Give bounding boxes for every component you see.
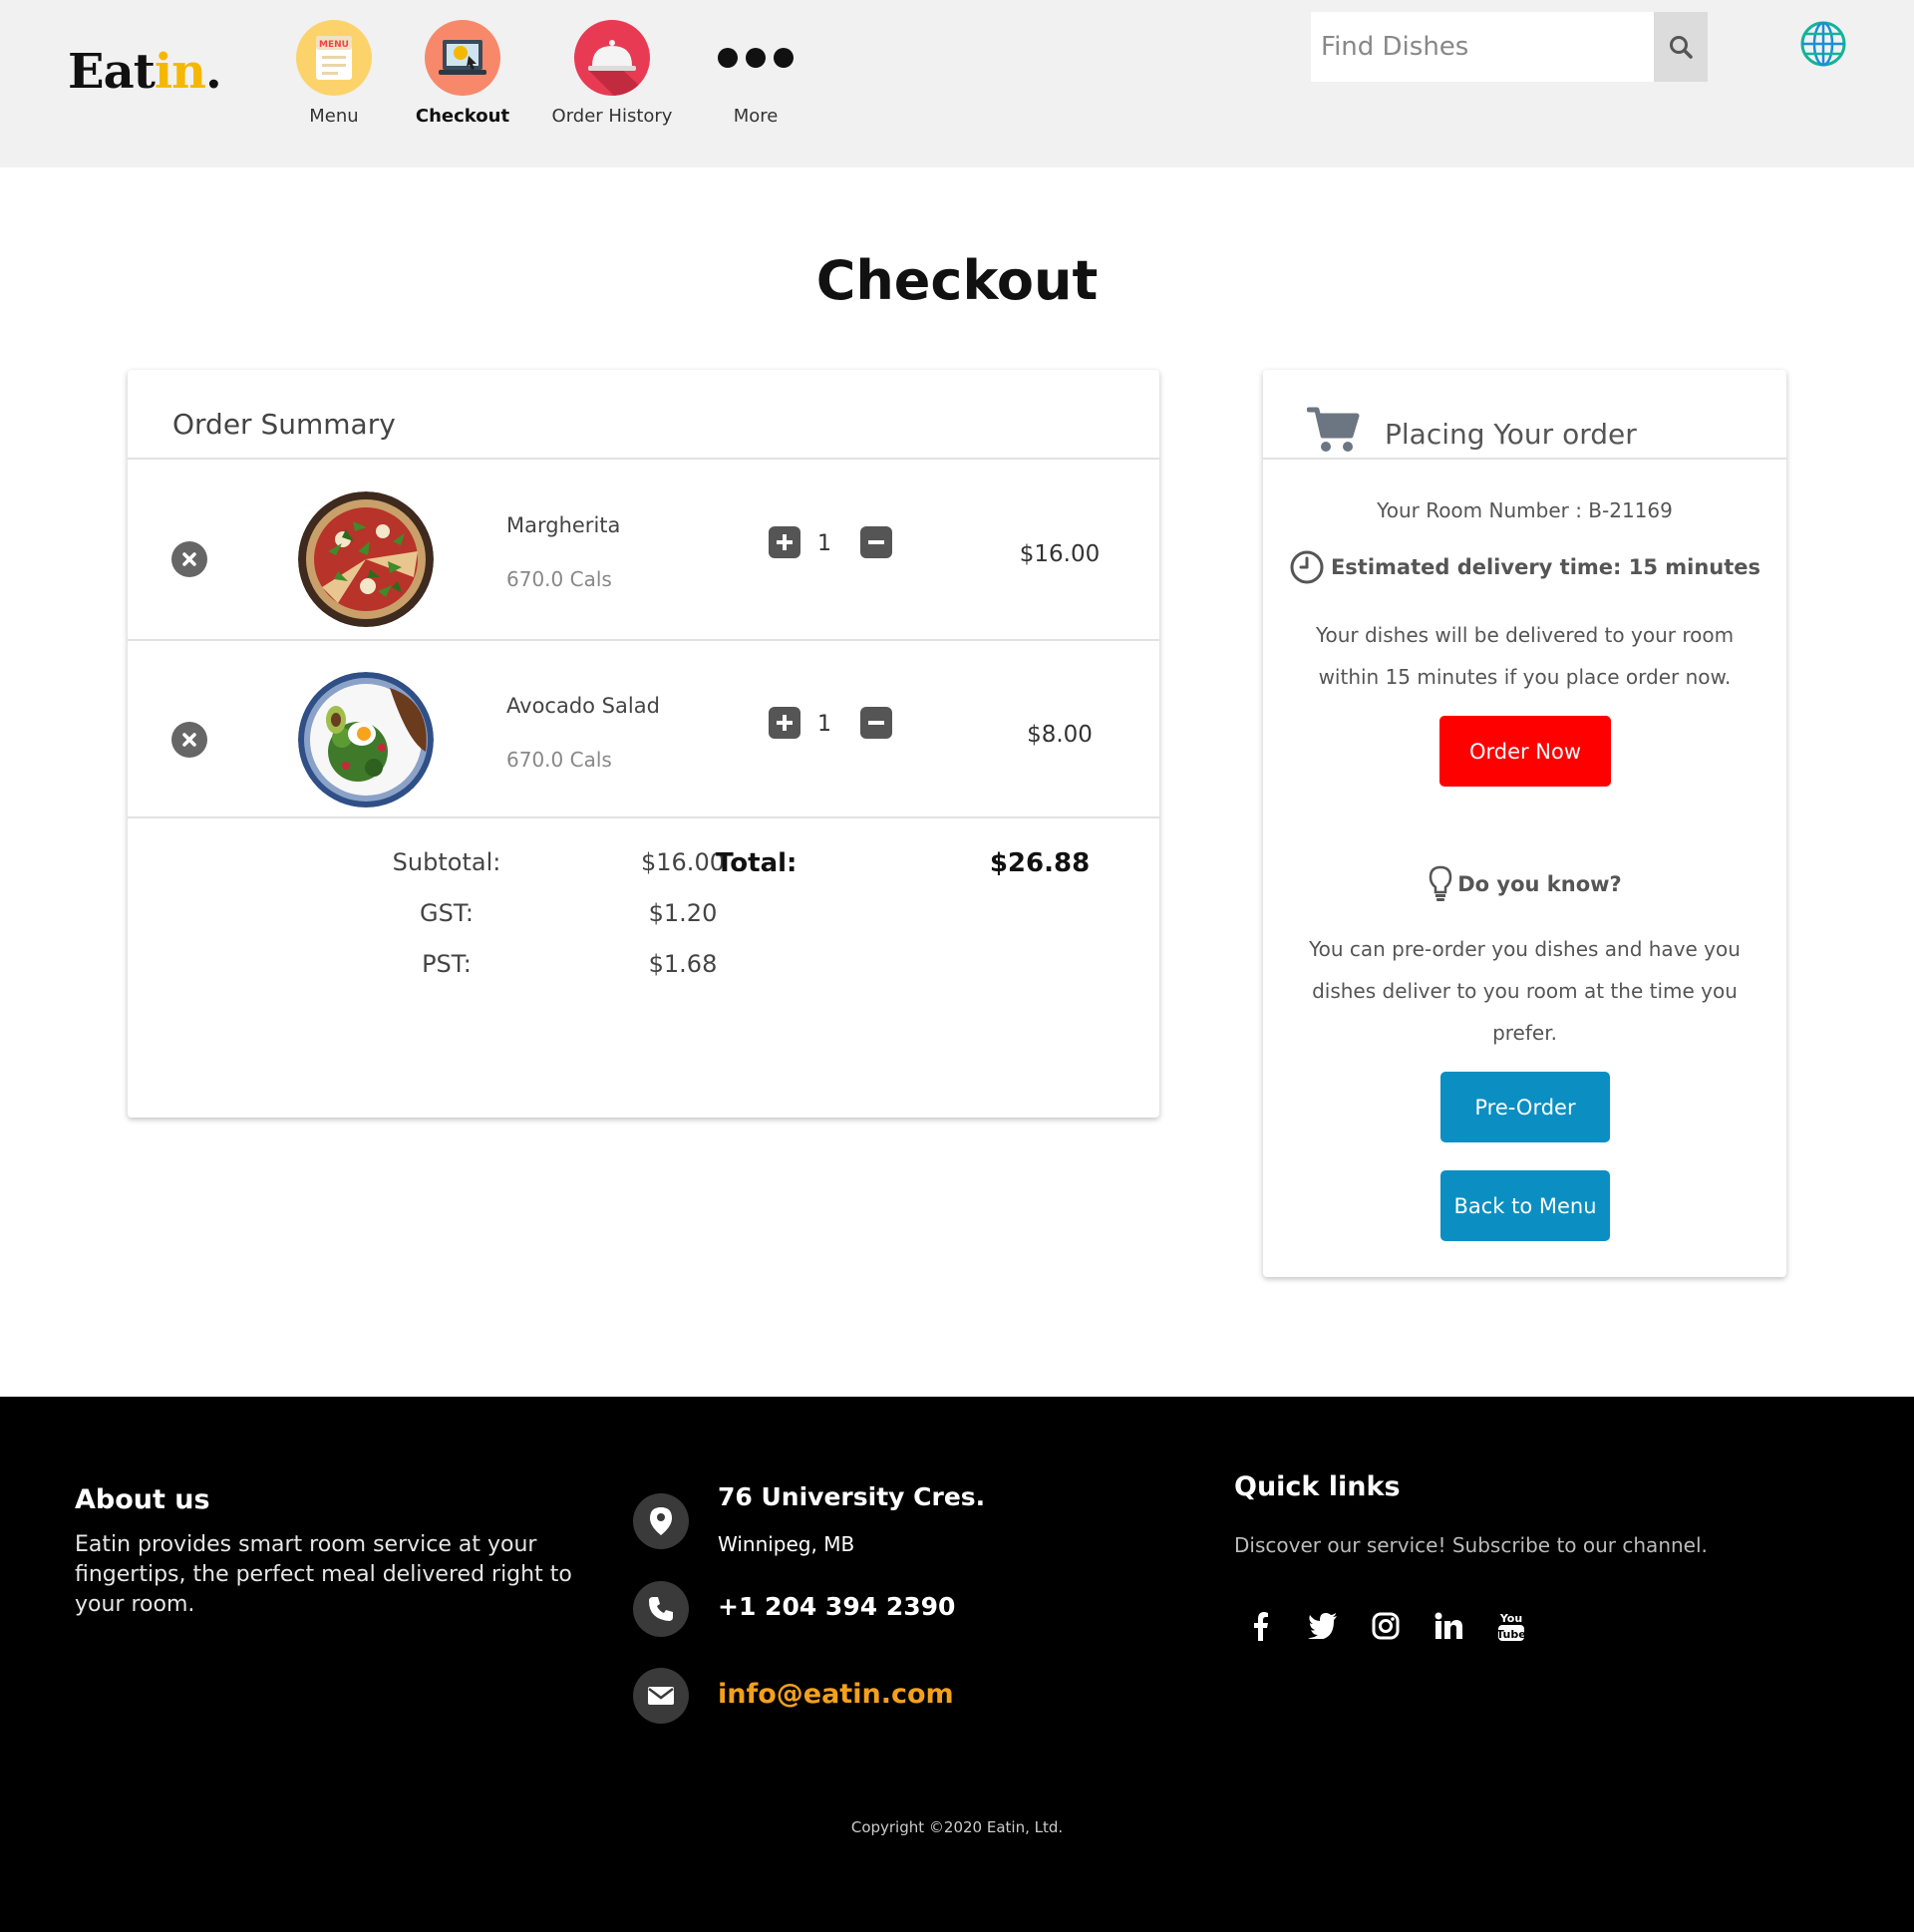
order-summary-title: Order Summary — [172, 408, 396, 441]
search-input[interactable] — [1311, 12, 1654, 82]
header: Eatin. MENU Menu Checkout Order History … — [0, 0, 1914, 167]
pst-value: $1.68 — [648, 950, 718, 978]
nav-item-more[interactable]: More — [686, 20, 825, 127]
address-line-1: 76 University Cres. — [718, 1482, 986, 1511]
envelope-icon — [633, 1668, 689, 1724]
globe-icon[interactable] — [1799, 20, 1847, 68]
menu-icon: MENU — [296, 20, 372, 96]
cart-icon — [1306, 406, 1361, 458]
close-icon — [182, 733, 196, 747]
did-you-know-text: You can pre-order you dishes and have yo… — [1309, 937, 1741, 1045]
total-label: Total: — [716, 848, 798, 878]
logo[interactable]: Eatin. — [68, 44, 222, 100]
nav-item-menu[interactable]: MENU Menu — [264, 20, 404, 127]
about-us-text: Eatin provides smart room service at you… — [75, 1532, 572, 1617]
close-icon — [182, 552, 196, 566]
order-now-button[interactable]: Order Now — [1439, 716, 1611, 787]
subtotal-label: Subtotal: — [392, 848, 501, 876]
quick-links-title: Quick links — [1234, 1471, 1401, 1502]
search-button[interactable] — [1654, 12, 1708, 82]
total-value: $26.88 — [989, 848, 1091, 878]
back-to-menu-button[interactable]: Back to Menu — [1440, 1170, 1610, 1241]
svg-text:You: You — [1499, 1612, 1522, 1625]
svg-text:Tube: Tube — [1496, 1628, 1525, 1641]
search-icon — [1670, 36, 1693, 59]
minus-icon — [868, 540, 884, 544]
email-link[interactable]: info@eatin.com — [718, 1679, 954, 1710]
plus-icon — [777, 534, 793, 550]
item-name: Margherita — [506, 513, 621, 537]
facebook-icon[interactable] — [1240, 1606, 1280, 1646]
pre-order-button[interactable]: Pre-Order — [1440, 1072, 1610, 1142]
increase-quantity-button[interactable] — [769, 707, 800, 739]
nav-item-order-history[interactable]: Order History — [542, 20, 682, 127]
pst-label: PST: — [422, 950, 472, 978]
order-summary-card: Order Summary Margherita 670.0 Cals 1 $1… — [128, 370, 1159, 1118]
item-name: Avocado Salad — [506, 694, 660, 718]
room-number: Your Room Number : B-21169 — [1377, 498, 1673, 522]
delivery-description: Your dishes will be delivered to your ro… — [1315, 623, 1735, 689]
item-quantity: 1 — [817, 712, 831, 737]
item-quantity: 1 — [817, 531, 831, 556]
about-us-title: About us — [75, 1484, 210, 1515]
svg-text:MENU: MENU — [319, 40, 349, 50]
nav-item-checkout[interactable]: Checkout — [393, 20, 532, 127]
minus-icon — [868, 721, 884, 725]
placing-order-card: Placing Your order Your Room Number : B-… — [1263, 370, 1786, 1277]
more-icon — [686, 20, 825, 96]
placing-order-header: Placing Your order — [1263, 370, 1786, 460]
address-line-2: Winnipeg, MB — [718, 1532, 855, 1556]
quick-links-text: Discover our service! Subscribe to our c… — [1234, 1533, 1708, 1557]
placing-order-title: Placing Your order — [1385, 418, 1637, 451]
search-box — [1311, 12, 1708, 82]
remove-item-button[interactable] — [171, 722, 207, 758]
decrease-quantity-button[interactable] — [860, 526, 892, 558]
table-row: Avocado Salad 670.0 Cals 1 $8.00 — [128, 642, 1159, 818]
lightbulb-icon — [1429, 865, 1452, 901]
footer: About us Eatin provides smart room servi… — [0, 1397, 1914, 1932]
item-calories: 670.0 Cals — [506, 748, 612, 772]
youtube-icon[interactable]: You Tube — [1491, 1606, 1531, 1646]
item-calories: 670.0 Cals — [506, 567, 612, 591]
gst-label: GST: — [420, 899, 474, 927]
order-summary-header: Order Summary — [128, 370, 1159, 460]
estimated-delivery: Estimated delivery time: 15 minutes — [1263, 549, 1786, 585]
increase-quantity-button[interactable] — [769, 526, 800, 558]
twitter-icon[interactable] — [1303, 1606, 1343, 1646]
location-icon — [633, 1493, 689, 1549]
item-price: $16.00 — [1019, 541, 1101, 567]
copyright: Copyright ©2020 Eatin, Ltd. — [850, 1818, 1064, 1836]
plus-icon — [777, 715, 793, 731]
remove-item-button[interactable] — [171, 541, 207, 577]
phone-number[interactable]: +1 204 394 2390 — [718, 1592, 955, 1621]
pizza-image — [298, 491, 434, 627]
table-row: Margherita 670.0 Cals 1 $16.00 — [128, 462, 1159, 641]
decrease-quantity-button[interactable] — [860, 707, 892, 739]
salad-image — [298, 672, 434, 807]
checkout-icon — [425, 20, 500, 96]
gst-value: $1.20 — [648, 899, 718, 927]
phone-icon — [633, 1581, 689, 1637]
item-price: $8.00 — [1027, 722, 1093, 748]
linkedin-icon[interactable] — [1429, 1606, 1468, 1646]
did-you-know-heading: Do you know? — [1263, 864, 1786, 904]
clock-icon — [1290, 550, 1324, 584]
order-history-icon — [574, 20, 650, 96]
instagram-icon[interactable] — [1366, 1606, 1406, 1646]
page-title: Checkout — [815, 249, 1099, 312]
